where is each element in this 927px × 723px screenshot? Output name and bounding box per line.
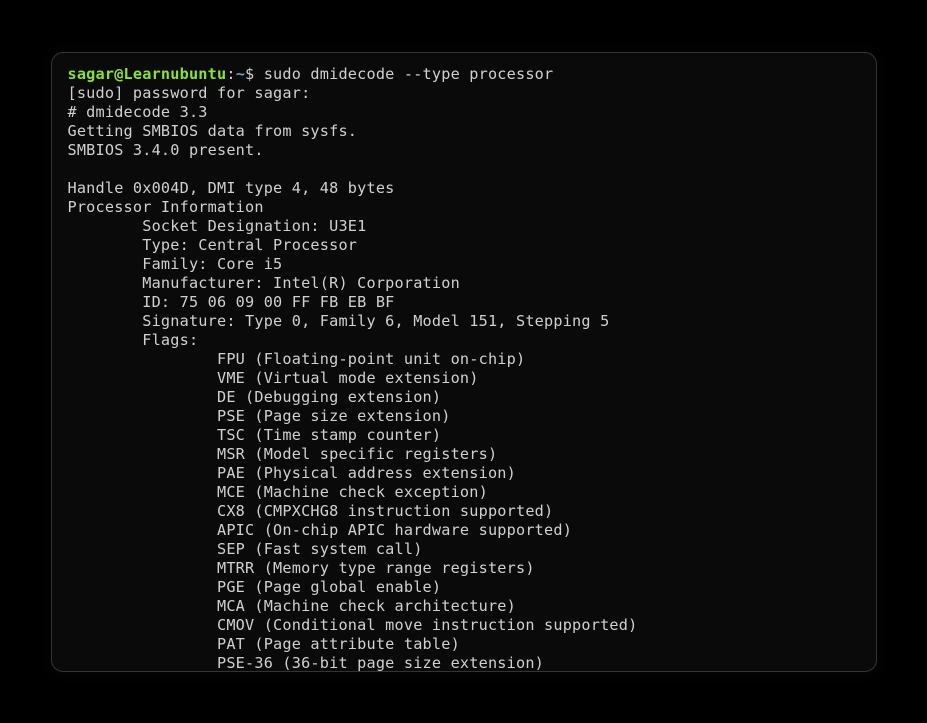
output-handle: Handle 0x004D, DMI type 4, 48 bytes xyxy=(68,179,395,197)
terminal-content: sagar@Learnubuntu:~$ sudo dmidecode --ty… xyxy=(68,65,860,672)
output-flag-cx8: CX8 (CMPXCHG8 instruction supported) xyxy=(68,502,554,520)
output-section-title: Processor Information xyxy=(68,198,264,216)
command-input: sudo dmidecode --type processor xyxy=(264,65,554,83)
output-flag-cmov: CMOV (Conditional move instruction suppo… xyxy=(68,616,638,634)
output-flag-tsc: TSC (Time stamp counter) xyxy=(68,426,442,444)
prompt-colon: : xyxy=(226,65,235,83)
output-flag-de: DE (Debugging extension) xyxy=(68,388,442,406)
output-flag-fpu: FPU (Floating-point unit on-chip) xyxy=(68,350,526,368)
output-socket: Socket Designation: U3E1 xyxy=(68,217,367,235)
output-id: ID: 75 06 09 00 FF FB EB BF xyxy=(68,293,395,311)
output-flag-pse36: PSE-36 (36-bit page size extension) xyxy=(68,654,545,672)
output-header-smbios: SMBIOS 3.4.0 present. xyxy=(68,141,264,159)
output-signature: Signature: Type 0, Family 6, Model 151, … xyxy=(68,312,610,330)
output-flags-label: Flags: xyxy=(68,331,199,349)
output-manufacturer: Manufacturer: Intel(R) Corporation xyxy=(68,274,460,292)
output-sudo-prompt: [sudo] password for sagar: xyxy=(68,84,311,102)
prompt-symbol: $ xyxy=(245,65,264,83)
prompt-user-host: sagar@Learnubuntu xyxy=(68,65,227,83)
terminal-window[interactable]: sagar@Learnubuntu:~$ sudo dmidecode --ty… xyxy=(51,52,877,672)
output-flag-vme: VME (Virtual mode extension) xyxy=(68,369,479,387)
output-header-source: Getting SMBIOS data from sysfs. xyxy=(68,122,358,140)
output-type: Type: Central Processor xyxy=(68,236,358,254)
output-flag-apic: APIC (On-chip APIC hardware supported) xyxy=(68,521,573,539)
output-flag-pse: PSE (Page size extension) xyxy=(68,407,451,425)
prompt-path: ~ xyxy=(236,65,245,83)
output-family: Family: Core i5 xyxy=(68,255,283,273)
output-flag-mca: MCA (Machine check architecture) xyxy=(68,597,517,615)
output-flag-mce: MCE (Machine check exception) xyxy=(68,483,488,501)
output-flag-pat: PAT (Page attribute table) xyxy=(68,635,460,653)
output-flag-sep: SEP (Fast system call) xyxy=(68,540,423,558)
output-flag-msr: MSR (Model specific registers) xyxy=(68,445,498,463)
output-flag-pae: PAE (Physical address extension) xyxy=(68,464,517,482)
output-flag-mtrr: MTRR (Memory type range registers) xyxy=(68,559,535,577)
output-flag-pge: PGE (Page global enable) xyxy=(68,578,442,596)
output-header-version: # dmidecode 3.3 xyxy=(68,103,208,121)
